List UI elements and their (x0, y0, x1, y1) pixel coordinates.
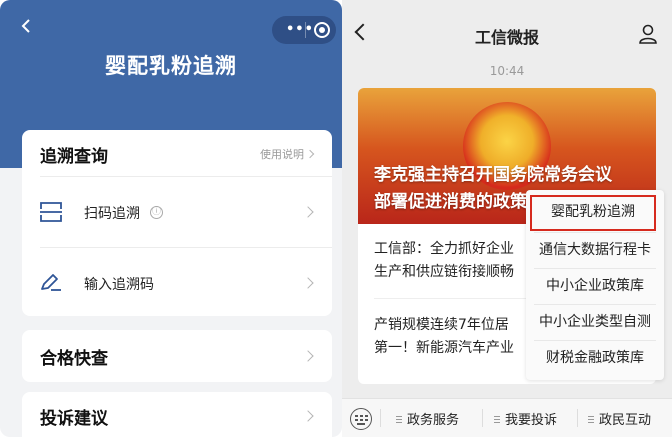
scan-trace-row[interactable]: 扫码追溯 ⓘ (22, 177, 332, 247)
input-trace-code-row[interactable]: 输入追溯码 (22, 248, 332, 316)
menu-item-travel-card[interactable]: 通信大数据行程卡 (526, 232, 664, 268)
pen-icon (41, 274, 61, 291)
page-title: 婴配乳粉追溯 (105, 54, 237, 78)
info-icon[interactable]: ⓘ (150, 206, 163, 219)
chevron-right-icon (305, 149, 315, 159)
tab-interaction[interactable]: 政民互动 (588, 409, 651, 428)
tab-label: 我要投诉 (505, 413, 558, 428)
menu-icon (494, 416, 500, 423)
capsule-divider (305, 22, 306, 38)
headline-line: 李克强主持召开国务院常务会议 (374, 165, 612, 185)
mini-program-capsule: ••• (272, 16, 336, 44)
card-title: 合格快查 (40, 349, 108, 369)
tab-label: 政务服务 (407, 413, 460, 428)
more-icon[interactable]: ••• (286, 23, 314, 37)
chevron-right-icon (302, 277, 314, 289)
scan-icon (40, 202, 62, 222)
tab-complaint[interactable]: 我要投诉 (494, 409, 557, 428)
menu-icon (588, 416, 594, 423)
menu-icon (396, 416, 402, 423)
menu-item-tax-finance-policy[interactable]: 财税金融政策库 (526, 340, 664, 376)
row-label: 扫码追溯 (84, 206, 140, 222)
mini-program-panel: ••• 婴配乳粉追溯 追溯查询 使用说明 扫码追溯 ⓘ 输入追溯码 合格快查 投… (0, 0, 342, 437)
tab-divider (577, 409, 578, 427)
quick-check-card[interactable]: 合格快查 (22, 330, 332, 382)
chevron-right-icon (302, 350, 314, 362)
tab-label: 政民互动 (599, 413, 652, 428)
keyboard-icon[interactable] (350, 408, 372, 430)
chevron-right-icon (302, 410, 314, 422)
help-link-label: 使用说明 (260, 148, 304, 161)
popup-menu: 婴配乳粉追溯 通信大数据行程卡 中小企业政策库 中小企业类型自测 财税金融政策库 (526, 190, 664, 380)
menu-item-sme-policy[interactable]: 中小企业政策库 (526, 268, 664, 304)
complaint-card[interactable]: 投诉建议 (22, 392, 332, 437)
profile-icon[interactable] (638, 24, 658, 44)
chat-title: 工信微报 (474, 28, 539, 47)
menu-item-infant-formula-trace[interactable]: 婴配乳粉追溯 (530, 195, 656, 231)
tab-divider (482, 409, 483, 427)
back-icon[interactable] (20, 19, 34, 33)
section-title: 追溯查询 (40, 147, 108, 167)
message-timestamp: 10:44 (489, 64, 525, 78)
menu-item-sme-self-test[interactable]: 中小企业类型自测 (526, 304, 664, 340)
card-title: 投诉建议 (40, 409, 108, 429)
bottom-menu-bar: 政务服务 我要投诉 政民互动 (342, 398, 672, 437)
tab-divider (380, 409, 381, 427)
tab-gov-services[interactable]: 政务服务 (396, 409, 459, 428)
close-mini-program-icon[interactable] (314, 22, 330, 38)
chevron-right-icon (302, 206, 314, 218)
trace-query-card: 追溯查询 使用说明 扫码追溯 ⓘ 输入追溯码 (22, 130, 332, 316)
row-label: 输入追溯码 (84, 277, 154, 293)
